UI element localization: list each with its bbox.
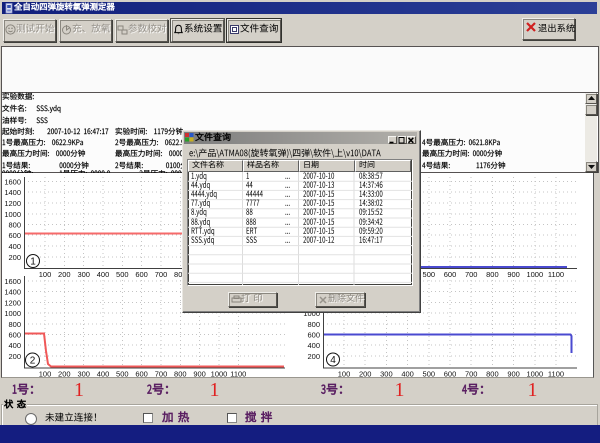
svg-text:400: 400 [8, 341, 21, 350]
svg-text:800: 800 [8, 221, 21, 230]
svg-text:400: 400 [401, 370, 414, 379]
svg-text:100: 100 [39, 370, 52, 379]
svg-text:1: 1 [30, 257, 36, 268]
svg-text:200: 200 [8, 352, 21, 361]
svg-text:1200: 1200 [4, 298, 21, 307]
svg-text:200: 200 [58, 270, 71, 279]
svg-text:600: 600 [135, 370, 148, 379]
svg-text:1000: 1000 [4, 309, 21, 318]
svg-text:1400: 1400 [4, 188, 21, 197]
svg-text:800: 800 [307, 320, 320, 329]
svg-text:1400: 1400 [4, 288, 21, 297]
svg-text:1600: 1600 [4, 277, 21, 286]
svg-text:600: 600 [135, 270, 148, 279]
svg-text:200: 200 [8, 253, 21, 262]
svg-text:1100: 1100 [548, 270, 564, 279]
svg-text:1000: 1000 [526, 370, 543, 379]
svg-text:600: 600 [444, 370, 457, 379]
svg-text:1000: 1000 [526, 270, 543, 279]
svg-text:900: 900 [507, 370, 520, 379]
svg-text:300: 300 [77, 270, 90, 279]
svg-text:800: 800 [174, 370, 187, 379]
svg-text:1100: 1100 [548, 370, 564, 379]
svg-text:1600: 1600 [4, 178, 21, 187]
svg-text:700: 700 [465, 270, 478, 279]
svg-text:400: 400 [97, 370, 110, 379]
svg-text:800: 800 [486, 370, 499, 379]
svg-text:1200: 1200 [4, 199, 21, 208]
svg-text:1000: 1000 [4, 210, 21, 219]
svg-text:200: 200 [359, 370, 372, 379]
svg-text:400: 400 [97, 270, 110, 279]
svg-text:1100: 1100 [230, 370, 246, 379]
svg-text:100: 100 [338, 370, 351, 379]
svg-text:700: 700 [465, 370, 478, 379]
svg-text:600: 600 [444, 270, 457, 279]
svg-text:1000: 1000 [211, 370, 228, 379]
svg-text:100: 100 [39, 270, 52, 279]
svg-text:700: 700 [155, 270, 168, 279]
svg-text:200: 200 [307, 352, 320, 361]
svg-text:2: 2 [30, 356, 36, 367]
svg-text:900: 900 [507, 270, 520, 279]
svg-text:4: 4 [330, 355, 336, 366]
svg-text:600: 600 [8, 331, 21, 340]
svg-text:600: 600 [307, 331, 320, 340]
svg-text:800: 800 [486, 270, 499, 279]
svg-text:600: 600 [8, 231, 21, 240]
svg-text:300: 300 [380, 370, 393, 379]
svg-text:700: 700 [155, 370, 168, 379]
svg-text:800: 800 [8, 320, 21, 329]
svg-text:400: 400 [307, 341, 320, 350]
svg-text:500: 500 [116, 270, 129, 279]
svg-text:500: 500 [423, 370, 436, 379]
svg-text:500: 500 [116, 370, 129, 379]
svg-text:900: 900 [193, 370, 206, 379]
svg-text:400: 400 [8, 242, 21, 251]
svg-text:500: 500 [423, 270, 436, 279]
svg-text:300: 300 [77, 370, 90, 379]
svg-text:200: 200 [58, 370, 71, 379]
